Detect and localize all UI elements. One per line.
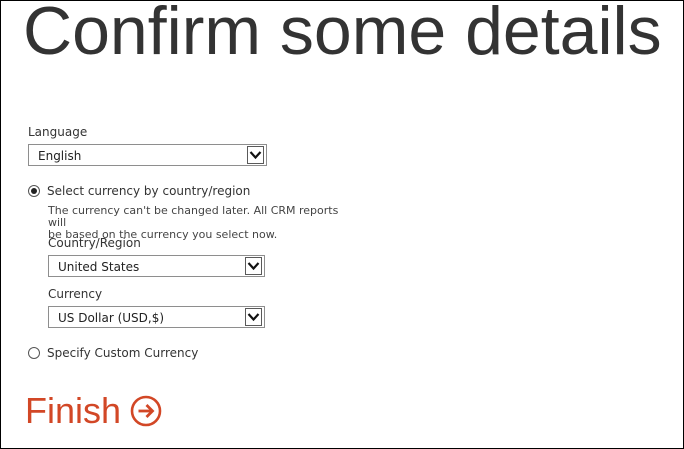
custom-currency-label: Specify Custom Currency [47, 346, 199, 360]
currency-by-country-option[interactable]: Select currency by country/region [28, 184, 250, 198]
page-title: Confirm some details [23, 0, 662, 69]
country-region-label: Country/Region [48, 236, 141, 250]
finish-button[interactable]: Finish [25, 393, 162, 429]
currency-by-country-label: Select currency by country/region [47, 184, 251, 198]
chevron-down-icon[interactable] [245, 257, 262, 275]
currency-select[interactable]: US Dollar (USD,$) [48, 306, 265, 328]
chevron-down-icon[interactable] [245, 308, 262, 326]
custom-currency-option[interactable]: Specify Custom Currency [28, 346, 198, 360]
country-region-select[interactable]: United States [48, 255, 265, 277]
currency-select-value: US Dollar (USD,$) [58, 311, 165, 325]
language-label: Language [28, 125, 88, 139]
language-select-value: English [38, 149, 82, 163]
language-select[interactable]: English [28, 144, 267, 166]
country-region-select-value: United States [58, 260, 140, 274]
arrow-circle-right-icon[interactable] [130, 395, 162, 427]
finish-label: Finish [25, 390, 122, 431]
chevron-down-icon[interactable] [247, 146, 264, 164]
custom-currency-radio[interactable] [28, 347, 40, 359]
dialog-frame: Confirm some details Language English Se… [0, 0, 684, 449]
currency-note-line-1: The currency can't be changed later. All… [48, 204, 339, 229]
currency-by-country-radio[interactable] [28, 185, 40, 197]
currency-label: Currency [48, 287, 103, 301]
